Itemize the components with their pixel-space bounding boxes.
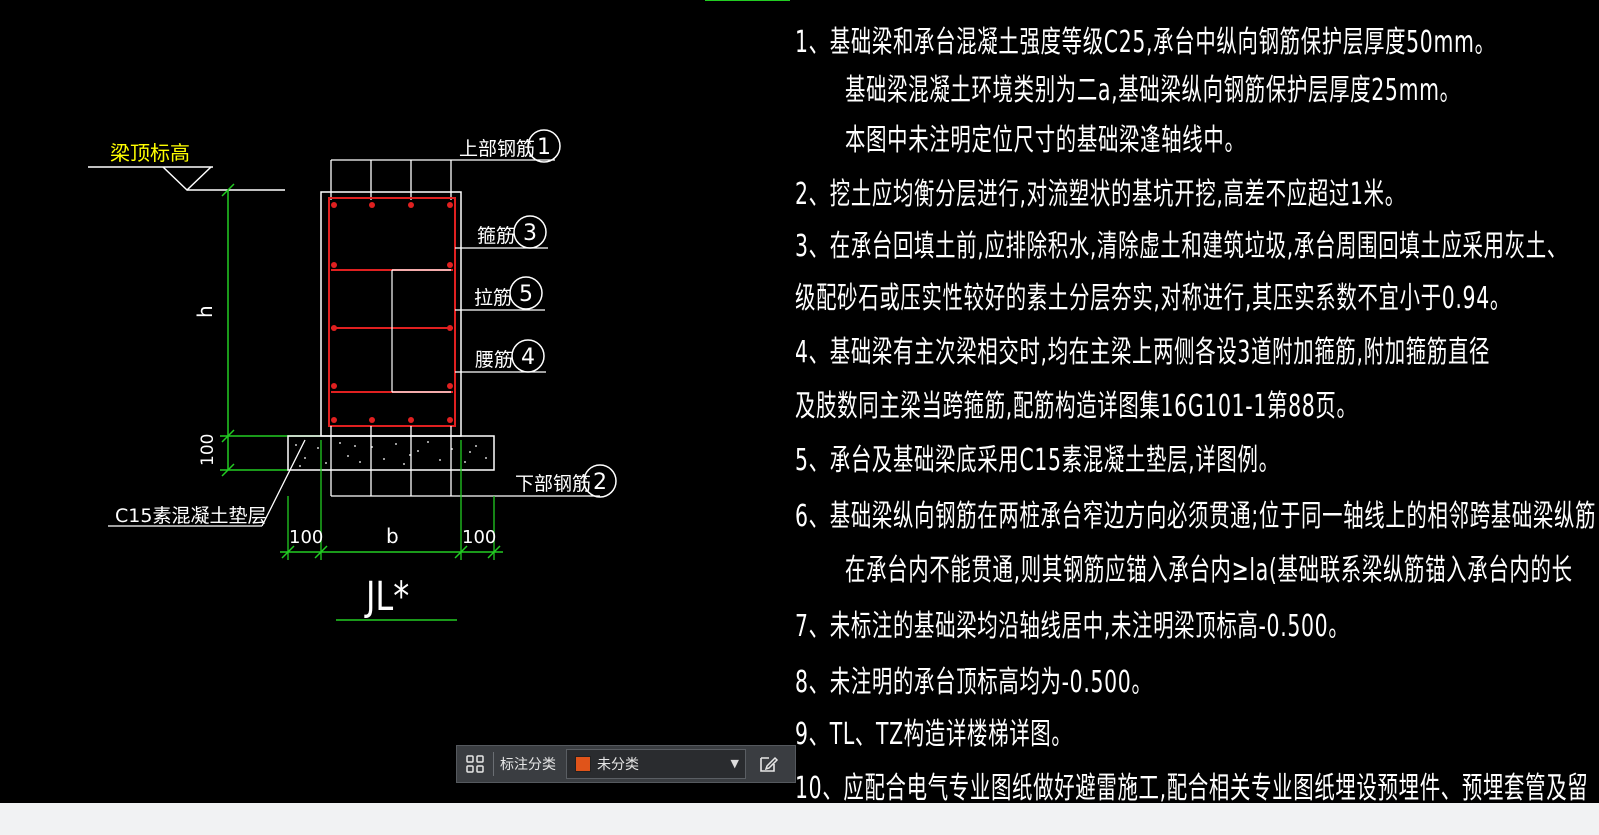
cad-canvas[interactable]: 梁顶标高 h 100 上部钢筋 1 箍筋 3 拉筋 5 腰筋 4 下部钢筋 2 … xyxy=(0,0,1599,835)
note-line: 级配砂石或压实性较好的素土分层夯实,对称进行,其压实系数不宜小于0.94。 xyxy=(795,281,1511,316)
tie-num: 5 xyxy=(519,282,533,307)
cushion-layer xyxy=(287,435,495,471)
category-color-swatch xyxy=(575,756,591,772)
top-rebar-label: 上部钢筋 xyxy=(459,138,535,160)
note-line: 10、应配合电气专业图纸做好避雷施工,配合相关专业图纸埋设预埋件、预埋套管及留 xyxy=(795,771,1589,806)
stirrup-label: 箍筋 xyxy=(477,225,515,247)
section-title: JL* xyxy=(364,572,409,619)
waist-label: 腰筋 xyxy=(475,349,513,371)
note-line: 及肢数同主梁当跨箍筋,配筋构造详图集16G101-1第88页。 xyxy=(795,389,1358,424)
bottom-rebar-label: 下部钢筋 xyxy=(515,473,591,495)
note-line: 2、挖土应均衡分层进行,对流塑状的基坑开挖,高差不应超过1米。 xyxy=(795,177,1406,212)
chevron-down-icon[interactable]: ▼ xyxy=(731,757,739,770)
tie-label: 拉筋 xyxy=(474,287,512,309)
note-line: 9、TL、TZ构造详楼梯详图。 xyxy=(795,717,1073,752)
stirrup-num: 3 xyxy=(523,221,537,246)
note-line: 4、基础梁有主次梁相交时,均在主梁上两侧各设3道附加箍筋,附加箍筋直径 xyxy=(795,335,1491,370)
note-line: 8、未注明的承台顶标高均为-0.500。 xyxy=(795,665,1153,700)
note-line: 5、承台及基础梁底采用C15素混凝土垫层,详图例。 xyxy=(795,443,1280,478)
grid-icon[interactable] xyxy=(457,746,493,782)
note-line: 3、在承台回填土前,应排除积水,清除虚土和建筑垃圾,承台周围回填土应采用灰土、 xyxy=(795,229,1568,264)
elevation-label: 梁顶标高 xyxy=(110,141,190,165)
category-value: 未分类 xyxy=(597,757,639,773)
cushion-leader xyxy=(261,439,306,527)
category-label: 标注分类 xyxy=(500,757,556,773)
bottom-rebar-num: 2 xyxy=(593,470,607,495)
edit-icon[interactable] xyxy=(750,746,786,782)
status-bar xyxy=(0,803,1599,835)
width-label: b xyxy=(386,524,399,548)
note-line: 本图中未注明定位尺寸的基础梁逢轴线中。 xyxy=(845,123,1246,158)
note-line: 1、基础梁和承台混凝土强度等级C25,承台中纵向钢筋保护层厚度50mm。 xyxy=(795,25,1496,60)
note-line: 6、基础梁纵向钢筋在两桩承台窄边方向必须贯通;位于同一轴线上的相邻跨基础梁纵筋 xyxy=(795,499,1597,534)
cushion-dim-label: 100 xyxy=(198,434,218,466)
left-offset-dim: 100 xyxy=(289,527,323,548)
waist-num: 4 xyxy=(521,345,535,370)
note-line: 7、未标注的基础梁均沿轴线居中,未注明梁顶标高-0.500。 xyxy=(795,609,1350,644)
height-label: h xyxy=(193,305,217,318)
annotation-toolbar: 标注分类 未分类 ▼ xyxy=(456,745,796,783)
top-rebar-num: 1 xyxy=(537,135,551,160)
beam-outline xyxy=(320,191,462,437)
note-line: 基础梁混凝土环境类别为二a,基础梁纵向钢筋保护层厚度25mm。 xyxy=(845,73,1461,108)
elevation-triangle-icon xyxy=(162,166,212,192)
note-line: 在承台内不能贯通,则其钢筋应锚入承台内≥la(基础联系梁纵筋锚入承台内的长 xyxy=(845,553,1573,588)
right-offset-dim: 100 xyxy=(462,527,496,548)
category-select[interactable]: 未分类 ▼ xyxy=(566,749,746,779)
cushion-label: C15素混凝土垫层 xyxy=(115,505,266,527)
cushion-hatch xyxy=(295,441,487,467)
